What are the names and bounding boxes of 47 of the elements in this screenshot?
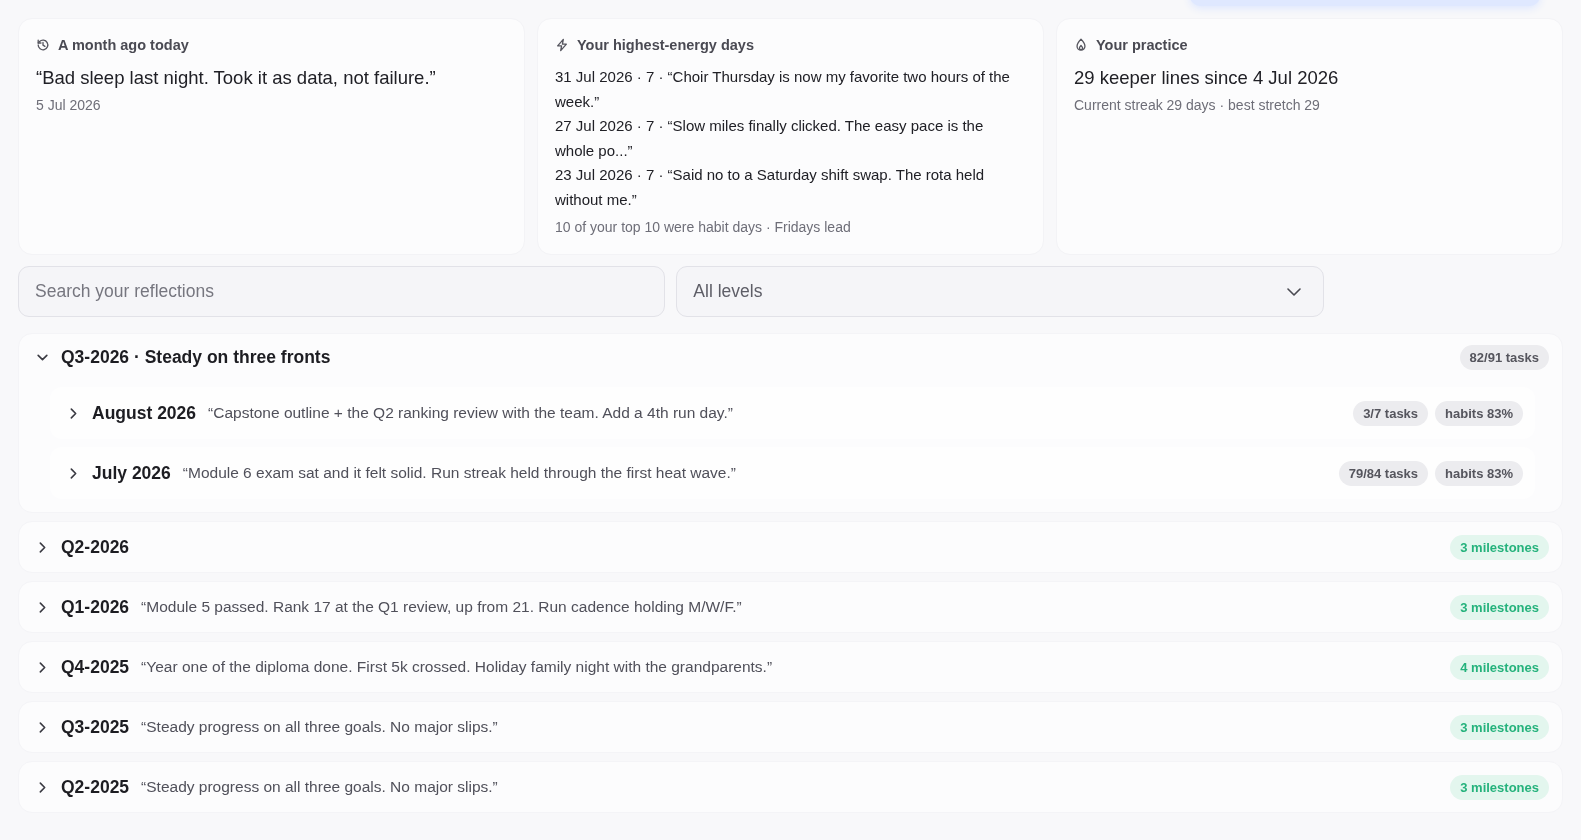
stat-pill: 3/7 tasks xyxy=(1353,400,1429,426)
quarter-title: Q1-2026 xyxy=(61,596,130,618)
headline-text: 29 keeper lines since 4 Jul 2026 xyxy=(1074,66,1340,90)
card-title: Your practice xyxy=(1096,37,1188,53)
stat-pill: habits 83% xyxy=(1435,460,1523,486)
quarter-row[interactable]: Q2-2025 “Steady progress on all three goals. No major slips.” 3 milestones xyxy=(18,761,1563,813)
history-icon xyxy=(36,38,50,52)
card-note: 10 of your top 10 were habit days · Fridays lead xyxy=(555,218,852,237)
chevron-down-icon xyxy=(1286,287,1301,296)
quarter-title: Q4-2025 xyxy=(61,656,130,678)
stat-pill: 82/91 tasks xyxy=(1459,344,1549,370)
quarter-row[interactable]: Q4-2025 “Year one of the diploma done. First 5k crossed. Holiday family night with the grandparents.” 4 milestones xyxy=(18,641,1563,693)
card-title: A month ago today xyxy=(58,37,189,53)
milestone-count: 3 milestones xyxy=(1450,594,1549,620)
quarter-row[interactable]: Q3-2025 “Steady progress on all three goals. No major slips.” 3 milestones xyxy=(18,701,1563,753)
headline-text: “Bad sleep last night. Took it as data, not failure.” xyxy=(36,66,437,90)
milestone-count: 4 milestones xyxy=(1450,654,1549,680)
milestone-count: 3 milestones xyxy=(1450,714,1549,740)
card-title: Your highest-energy days xyxy=(577,37,754,53)
card-note: 5 Jul 2026 xyxy=(36,96,102,115)
quarter-quote: “Steady progress on all three goals. No major slips.” xyxy=(141,778,498,796)
quarter-title: Q2-2026 xyxy=(61,536,130,558)
search-field[interactable]: Search your reflections xyxy=(18,266,666,317)
quarter-quote: “Steady progress on all three goals. No major slips.” xyxy=(141,718,498,736)
flame-icon xyxy=(1074,38,1088,52)
quarter-quote: “Module 5 passed. Rank 17 at the Q1 review, up from 21. Run cadence holding M/W/F.” xyxy=(141,598,742,616)
entry-text: 27 Jul 2026 · 7 · “Slow miles finally clicked. The easy pace is the whole po...” xyxy=(555,116,985,161)
month-title: August 2026 xyxy=(92,402,197,424)
quarter-row[interactable]: Q1-2026 “Module 5 passed. Rank 17 at the Q1 review, up from 21. Run cadence holding M/W/F.” 3 milestones xyxy=(18,581,1563,633)
quarter-quote: “Year one of the diploma done. First 5k crossed. Holiday family night with the grandparents.” xyxy=(141,658,773,676)
month-title: July 2026 xyxy=(92,462,171,484)
level-dropdown[interactable]: All levels xyxy=(676,266,1324,317)
milestone-count: 3 milestones xyxy=(1450,774,1549,800)
card-note: Current streak 29 days · best stretch 29 xyxy=(1074,96,1321,115)
lightning-icon xyxy=(555,38,569,52)
quarter-row[interactable]: Q2-2026 3 milestones xyxy=(18,521,1563,573)
entry-text: 23 Jul 2026 · 7 · “Said no to a Saturday shift swap. The rota held without me.” xyxy=(555,165,986,210)
entry-text: 31 Jul 2026 · 7 · “Choir Thursday is now my favorite two hours of the week.” xyxy=(555,67,1011,112)
month-quote: “Module 6 exam sat and it felt solid. Run streak held through the first heat wave.” xyxy=(182,464,736,482)
stat-pill: habits 83% xyxy=(1435,400,1523,426)
milestone-count: 3 milestones xyxy=(1450,534,1549,560)
stat-pill: 79/84 tasks xyxy=(1338,460,1429,486)
month-quote: “Capstone outline + the Q2 ranking review with the team. Add a 4th run day.” xyxy=(208,404,733,422)
quarter-title: Q3-2025 xyxy=(61,716,130,738)
quarter-row[interactable] xyxy=(18,333,1563,513)
quarter-title: Q3-2026 · Steady on three fronts xyxy=(61,346,331,368)
quarter-title: Q2-2025 xyxy=(61,776,130,798)
